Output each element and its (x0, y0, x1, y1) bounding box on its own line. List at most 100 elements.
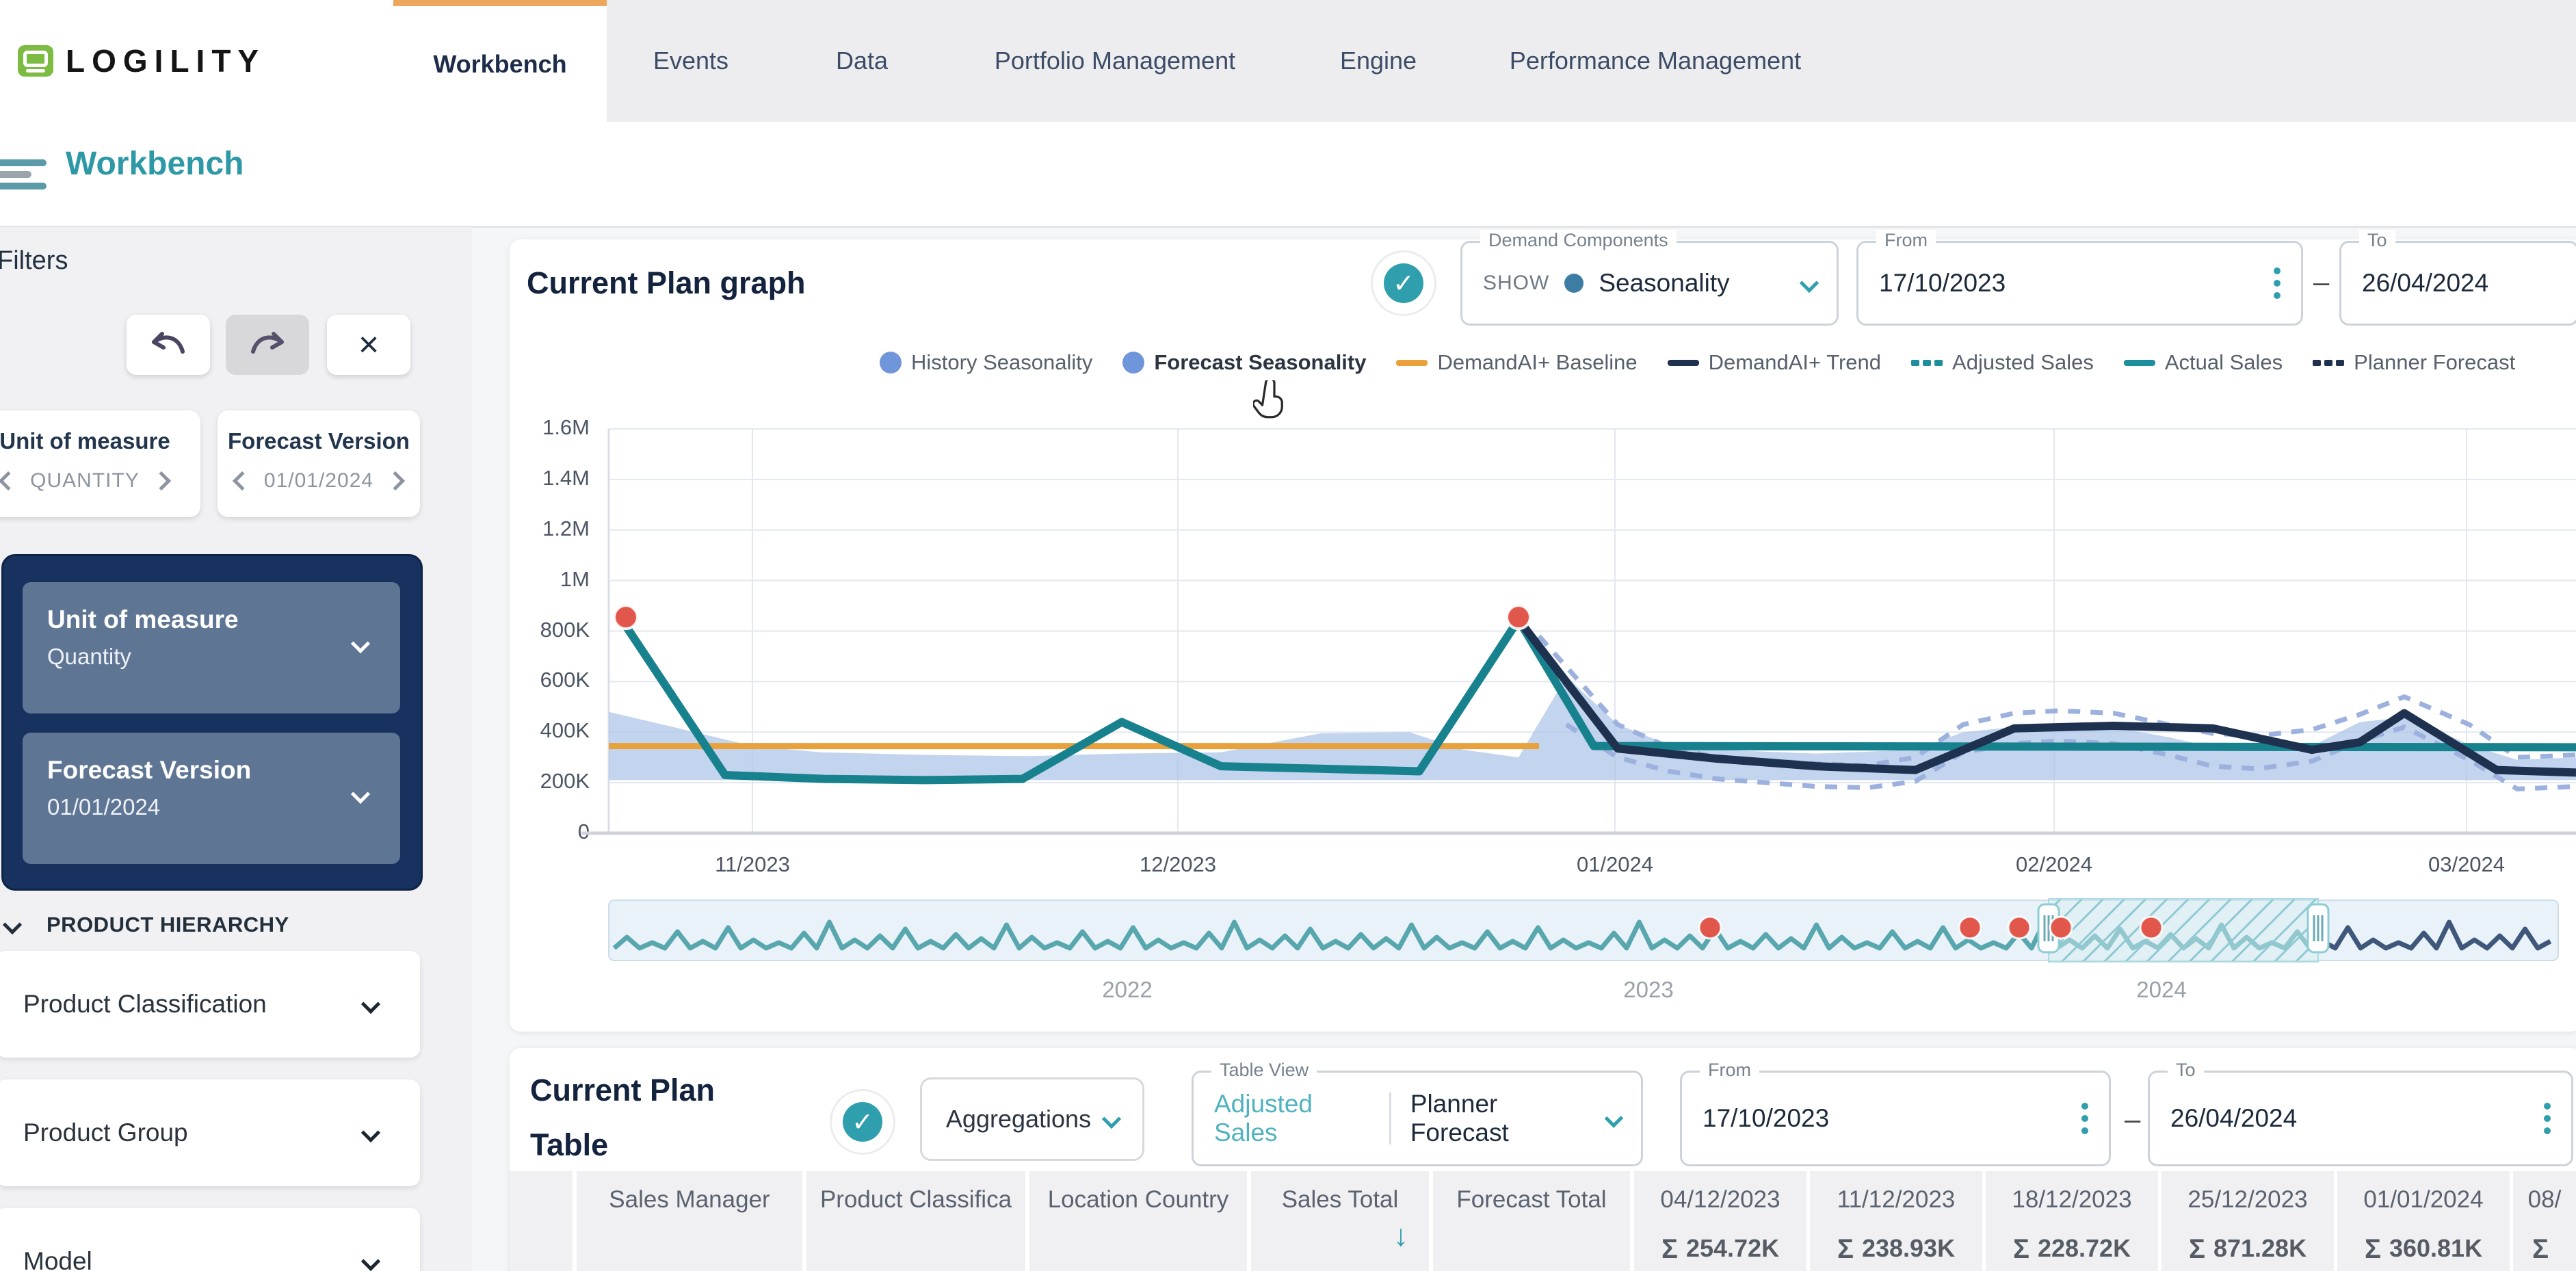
date-range-dash: – (2313, 265, 2329, 298)
legend-swatch-icon (880, 352, 902, 374)
sigma-icon: Σ (2365, 1234, 2381, 1265)
quick-filter-unit-of-measure[interactable]: Unit of measure QUANTITY (0, 410, 200, 517)
chevron-down-icon (361, 995, 380, 1014)
table-card-title-line2: Table (530, 1127, 608, 1163)
legend-item-adjusted-sales[interactable]: Adjusted Sales (1911, 350, 2094, 375)
y-axis-tick: 1.4M (514, 466, 590, 490)
column-total: 228.72K (2038, 1234, 2131, 1265)
table-from-date-field[interactable]: From 17/10/2023 (1680, 1071, 2111, 1166)
dropdown-model[interactable]: Model (0, 1208, 420, 1271)
date-column-header[interactable]: 11/12/2023Σ238.93K (1810, 1171, 1982, 1271)
sigma-icon: Σ (2013, 1234, 2029, 1265)
kebab-menu-icon[interactable] (2274, 267, 2281, 299)
series-dot-icon (1564, 274, 1583, 293)
column-total: 254.72K (1686, 1234, 1779, 1265)
legend-label: Forecast Seasonality (1154, 350, 1366, 375)
y-axis-tick: 1.6M (514, 415, 590, 440)
navigator-year-tick: 2024 (2136, 977, 2186, 1003)
legend-item-demandai-baseline[interactable]: DemandAI+ Baseline (1396, 350, 1637, 375)
column-header-location-country[interactable]: Location Country (1029, 1171, 1247, 1271)
prev-icon[interactable] (0, 471, 18, 490)
legend-swatch-icon (1911, 360, 1943, 366)
product-hierarchy-section[interactable]: PRODUCT HIERARCHY (5, 913, 289, 937)
column-header-forecast-total[interactable]: Forecast Total (1433, 1171, 1630, 1271)
date-column-header[interactable]: 01/01/2024Σ360.81K (2337, 1171, 2510, 1271)
column-header-product-classifica[interactable]: Product Classifica (806, 1171, 1025, 1271)
date-column-header[interactable]: 08/Σ (2513, 1171, 2576, 1271)
panel-unit-of-measure-dropdown[interactable]: Unit of measure Quantity (23, 582, 400, 713)
chevron-down-icon (3, 915, 22, 934)
demand-components-select[interactable]: Demand Components SHOW Seasonality (1460, 241, 1839, 326)
next-icon[interactable] (386, 471, 405, 490)
sigma-icon: Σ (2189, 1234, 2205, 1265)
date-label: 18/12/2023 (1986, 1186, 2158, 1214)
navigator-year-tick: 2022 (1102, 977, 1152, 1003)
chevron-down-icon (361, 1252, 380, 1271)
quick-filter-forecast-version[interactable]: Forecast Version 01/01/2024 (218, 410, 420, 517)
panel-forecast-version-dropdown[interactable]: Forecast Version 01/01/2024 (23, 733, 400, 864)
x-axis-tick: 02/2024 (2016, 852, 2092, 877)
navigator-year-tick: 2023 (1623, 977, 1673, 1003)
check-icon: ✓ (843, 1102, 882, 1142)
graph-to-date-field[interactable]: To 26/04/2024 (2339, 241, 2576, 326)
kebab-menu-icon[interactable] (2081, 1103, 2088, 1134)
column-header-select[interactable] (510, 1171, 573, 1271)
column-label: Location Country (1029, 1186, 1247, 1214)
legend-label: Adjusted Sales (1952, 350, 2094, 375)
table-to-date-field[interactable]: To 26/04/2024 (2148, 1071, 2573, 1166)
redo-button[interactable] (226, 315, 309, 375)
legend-swatch-icon (1122, 352, 1144, 374)
dropdown-product-group[interactable]: Product Group (0, 1079, 420, 1186)
tab-workbench[interactable]: Workbench (393, 0, 607, 122)
logo[interactable]: LOGILITY (0, 0, 393, 122)
date-column-header[interactable]: 18/12/2023 Σ 228.72K (1986, 1171, 2158, 1271)
date-label: 08/ (2513, 1186, 2576, 1214)
prev-icon[interactable] (233, 471, 252, 490)
graph-enabled-indicator[interactable]: ✓ (1371, 250, 1436, 316)
tab-data[interactable]: Data (793, 0, 930, 122)
kebab-menu-icon[interactable] (2544, 1103, 2551, 1134)
sort-descending-icon[interactable]: ↓ (1251, 1219, 1429, 1253)
legend-label: DemandAI+ Trend (1709, 350, 1881, 375)
legend-item-actual-sales[interactable]: Actual Sales (2124, 350, 2283, 375)
legend-label: Planner Forecast (2354, 350, 2515, 375)
table-view-select[interactable]: Table View Adjusted Sales Planner Foreca… (1192, 1071, 1643, 1166)
date-label: 04/12/2023 (1634, 1186, 1806, 1214)
table-view-adjusted-sales[interactable]: Adjusted Sales (1214, 1090, 1370, 1147)
undo-button[interactable] (127, 315, 210, 375)
column-label: Product Classifica (806, 1186, 1025, 1214)
dropdown-product-classification[interactable]: Product Classification (0, 951, 420, 1058)
chart-legend: History Seasonality Forecast Seasonality D… (880, 350, 2515, 375)
sigma-icon: Σ (2532, 1234, 2549, 1265)
y-axis-tick: 1M (514, 567, 590, 592)
column-header-sales-total[interactable]: Sales Total↓ (1251, 1171, 1429, 1271)
column-header-sales-manager[interactable]: Sales Manager (577, 1171, 802, 1271)
tab-performance-management[interactable]: Performance Management (1477, 0, 1833, 122)
top-nav-bar: LOGILITY Workbench Events Data Portfolio… (0, 0, 2576, 123)
legend-item-history-seasonality[interactable]: History Seasonality (880, 350, 1092, 375)
graph-from-date-field[interactable]: From 17/10/2023 (1856, 241, 2303, 326)
page-header: Workbench Sync filters (0, 122, 2576, 228)
clear-filters-button[interactable]: × (327, 315, 410, 375)
tab-events[interactable]: Events (616, 0, 766, 122)
table-enabled-indicator[interactable]: ✓ (830, 1089, 895, 1155)
date-column-header[interactable]: 04/12/2023 Σ 254.72K (1634, 1171, 1806, 1271)
next-icon[interactable] (152, 471, 171, 490)
legend-swatch-icon (2313, 360, 2344, 366)
legend-item-forecast-seasonality[interactable]: Forecast Seasonality (1122, 350, 1366, 375)
column-total: 871.28K (2213, 1234, 2306, 1265)
undo-icon (148, 330, 188, 360)
tab-portfolio-management[interactable]: Portfolio Management (958, 0, 1272, 122)
legend-item-demandai-trend[interactable]: DemandAI+ Trend (1668, 350, 1881, 375)
sigma-icon: Σ (1661, 1234, 1678, 1265)
date-column-header[interactable]: 25/12/2023Σ871.28K (2161, 1171, 2334, 1271)
chevron-down-icon (361, 1123, 380, 1142)
filter-list-icon[interactable] (0, 155, 49, 193)
column-total: 238.93K (1862, 1234, 1955, 1265)
legend-item-planner-forecast[interactable]: Planner Forecast (2313, 350, 2515, 375)
legend-swatch-icon (1396, 360, 1428, 366)
table-view-planner-forecast[interactable]: Planner Forecast (1410, 1090, 1588, 1147)
tab-engine[interactable]: Engine (1293, 0, 1464, 122)
table-card-title-line1: Current Plan (530, 1073, 715, 1108)
aggregations-button[interactable]: Aggregations (920, 1077, 1144, 1161)
